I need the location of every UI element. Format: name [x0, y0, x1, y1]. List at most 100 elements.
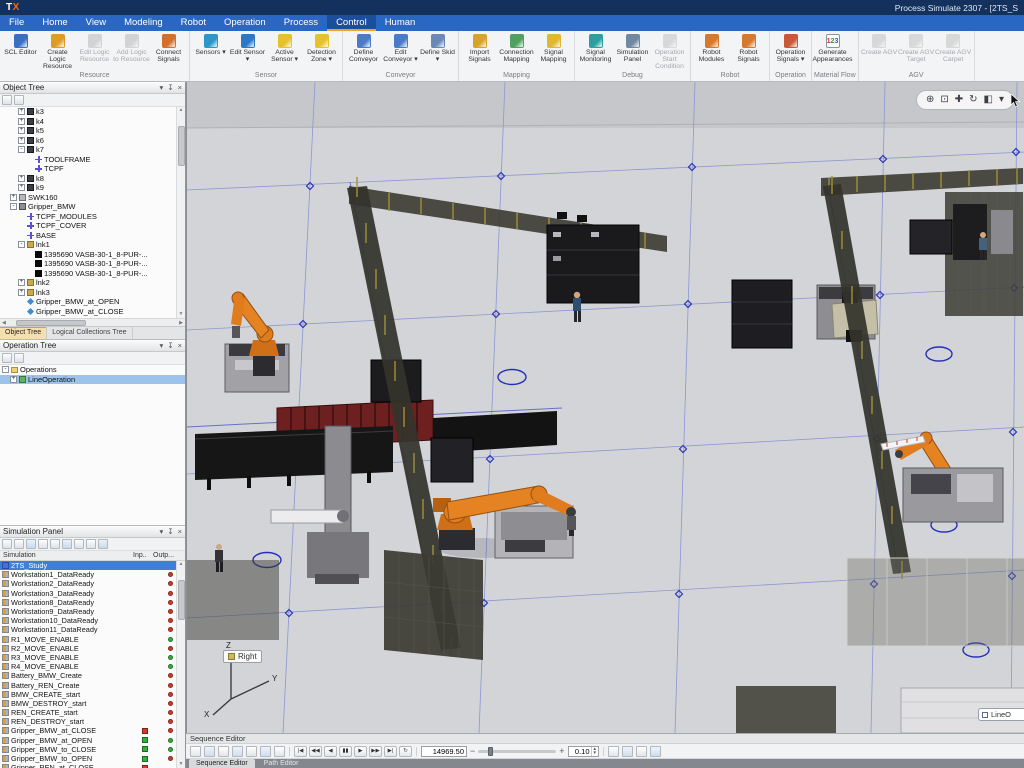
tree-item-swk160[interactable]: +SWK160 — [0, 193, 185, 203]
collapse-all-icon[interactable] — [2, 353, 12, 363]
signal-row-r3-move-enable[interactable]: R3_MOVE_ENABLE — [0, 653, 185, 662]
storage-rack-center[interactable] — [547, 225, 639, 303]
close-icon[interactable]: × — [178, 341, 182, 351]
fence-bottom-center[interactable] — [384, 550, 483, 660]
rack-top-right[interactable] — [910, 220, 952, 254]
slider-plus-label[interactable]: + — [559, 746, 564, 756]
input-value-cell[interactable] — [135, 756, 155, 762]
scroll-right-icon[interactable]: ▶ — [177, 320, 185, 326]
menu-tab-file[interactable]: File — [0, 15, 33, 31]
signal-row-gripper-bmw-to-open[interactable]: Gripper_BMW_to_OPEN — [0, 754, 185, 763]
chevron-down-icon[interactable]: ▾ — [160, 527, 164, 537]
close-icon[interactable]: × — [178, 527, 182, 537]
detection-zone-button[interactable]: Detection Zone ▾ — [303, 32, 340, 71]
expand-icon[interactable]: + — [18, 279, 25, 286]
menu-tab-human[interactable]: Human — [376, 15, 425, 31]
tree-item-k7[interactable]: -k7 — [0, 145, 185, 155]
tree-view-icon[interactable] — [26, 539, 36, 549]
tab-logical-collections-tree[interactable]: Logical Collections Tree — [47, 327, 132, 339]
signal-row-gripper-bmw-at-close[interactable]: Gripper_BMW_at_CLOSE — [0, 726, 185, 735]
zoom-in-icon[interactable]: ⊕ — [926, 91, 934, 109]
menu-tab-modeling[interactable]: Modeling — [115, 15, 172, 31]
define-skid-button[interactable]: Define Skid ▾ — [419, 32, 456, 71]
open-icon[interactable] — [86, 539, 96, 549]
menu-tab-control[interactable]: Control — [327, 15, 376, 31]
loop-button[interactable]: ↻ — [399, 746, 412, 757]
expand-icon[interactable]: + — [18, 175, 25, 182]
signal-monitoring-button[interactable]: Signal Monitoring — [577, 32, 614, 71]
layout-icon[interactable] — [636, 746, 647, 757]
signal-row-bmw-create-start[interactable]: BMW_CREATE_start — [0, 690, 185, 699]
operation-tree-header[interactable]: Operation Tree ▾ ↧ × — [0, 340, 185, 352]
simulation-column-headers[interactable]: Simulation Inp.. Outp... — [0, 551, 185, 561]
fence-bottom-right[interactable] — [847, 558, 1024, 646]
viewport-floating-label[interactable]: LineO — [978, 708, 1024, 721]
connect-signals-button[interactable]: Connect Signals — [150, 32, 187, 71]
menu-tab-home[interactable]: Home — [33, 15, 76, 31]
zoom-window-icon[interactable]: ⊡ — [940, 91, 948, 109]
viewport-3d[interactable]: ⊕⊡✚↻◧▾ Z Y X Right LineO — [186, 82, 1024, 733]
signal-row-gripper-ren-at-close[interactable]: Gripper_REN_at_CLOSE — [0, 763, 185, 768]
expand-icon[interactable]: + — [18, 118, 25, 125]
view-orientation-label[interactable]: Right — [223, 650, 262, 663]
rotate-icon[interactable]: ↻ — [969, 91, 977, 109]
tree-item-gripper-bmw-at-close[interactable]: Gripper_BMW_at_CLOSE — [0, 307, 185, 317]
expand-icon[interactable]: + — [18, 184, 25, 191]
expand-icon[interactable]: + — [18, 289, 25, 296]
signal-row-ren-destroy-start[interactable]: REN_DESTROY_start — [0, 717, 185, 726]
scroll-up-icon[interactable]: ▲ — [179, 561, 184, 568]
signal-row-gripper-bmw-at-open[interactable]: Gripper_BMW_at_OPEN — [0, 736, 185, 745]
simulation-scrollbar[interactable]: ▲ ▼ — [176, 561, 185, 768]
filter-icon[interactable] — [14, 353, 24, 363]
link-operation-icon[interactable] — [246, 746, 257, 757]
tab-sequence-editor[interactable]: Sequence Editor — [189, 759, 255, 768]
signal-row-2ts-study[interactable]: 2TS_Study — [0, 561, 185, 570]
time-slider-knob[interactable] — [488, 747, 493, 756]
active-sensor-button[interactable]: Active Sensor ▾ — [266, 32, 303, 71]
pin-icon[interactable]: ↧ — [167, 341, 173, 351]
expand-icon[interactable]: + — [18, 137, 25, 144]
close-icon[interactable]: × — [178, 83, 182, 93]
columns-icon[interactable] — [38, 539, 48, 549]
column-outputs[interactable]: Outp... — [153, 552, 185, 559]
signal-row-r2-move-enable[interactable]: R2_MOVE_ENABLE — [0, 644, 185, 653]
filter-icon[interactable] — [62, 539, 72, 549]
tree-item-k8[interactable]: +k8 — [0, 174, 185, 184]
timer-icon[interactable] — [608, 746, 619, 757]
scroll-thumb[interactable] — [178, 580, 185, 620]
fast-forward-button[interactable]: ▶▶ — [369, 746, 382, 757]
simulation-panel-header[interactable]: Simulation Panel ▾ ↧ × — [0, 526, 185, 538]
scroll-down-icon[interactable]: ▼ — [179, 311, 184, 318]
input-value-cell[interactable] — [135, 746, 155, 752]
more-icon[interactable]: ▾ — [999, 91, 1004, 109]
tree-item-lineoperation[interactable]: +LineOperation — [0, 375, 185, 385]
signal-row-battery-bmw-create[interactable]: Battery_BMW_Create — [0, 671, 185, 680]
pin-icon[interactable]: ↧ — [167, 83, 173, 93]
collapse-icon[interactable]: - — [18, 146, 25, 153]
signal-row-workstation8-dataready[interactable]: Workstation8_DataReady — [0, 598, 185, 607]
collapse-icon[interactable]: - — [2, 366, 9, 373]
tree-item-base[interactable]: BASE — [0, 231, 185, 241]
jump-to-start-button[interactable]: |◀ — [294, 746, 307, 757]
title-bar[interactable]: TX Process Simulate 2307 - [2TS_S — [0, 0, 1024, 15]
pause-button[interactable]: ▮▮ — [339, 746, 352, 757]
collapse-all-icon[interactable] — [2, 95, 12, 105]
menu-tab-view[interactable]: View — [77, 15, 115, 31]
signal-row-ren-create-start[interactable]: REN_CREATE_start — [0, 708, 185, 717]
filter-icon[interactable] — [204, 746, 215, 757]
scroll-down-icon[interactable]: ▼ — [179, 761, 184, 768]
target-icon[interactable] — [260, 746, 271, 757]
filter-icon[interactable] — [14, 95, 24, 105]
tree-item-k9[interactable]: +k9 — [0, 183, 185, 193]
tree-item-tcpf[interactable]: TCPF — [0, 164, 185, 174]
expand-icon[interactable]: + — [10, 376, 17, 383]
tree-item-gripper-bmw[interactable]: -Gripper_BMW — [0, 202, 185, 212]
robot-modules-button[interactable]: Robot Modules — [693, 32, 730, 71]
signal-row-workstation3-dataready[interactable]: Workstation3_DataReady — [0, 589, 185, 598]
column-inputs[interactable]: Inp.. — [133, 552, 153, 559]
snapshot-icon[interactable] — [274, 746, 285, 757]
expand-icon[interactable]: + — [18, 127, 25, 134]
scroll-thumb[interactable] — [16, 320, 86, 326]
signal-row-gripper-bmw-to-close[interactable]: Gripper_BMW_to_CLOSE — [0, 745, 185, 754]
simulation-time-field[interactable] — [421, 746, 467, 757]
